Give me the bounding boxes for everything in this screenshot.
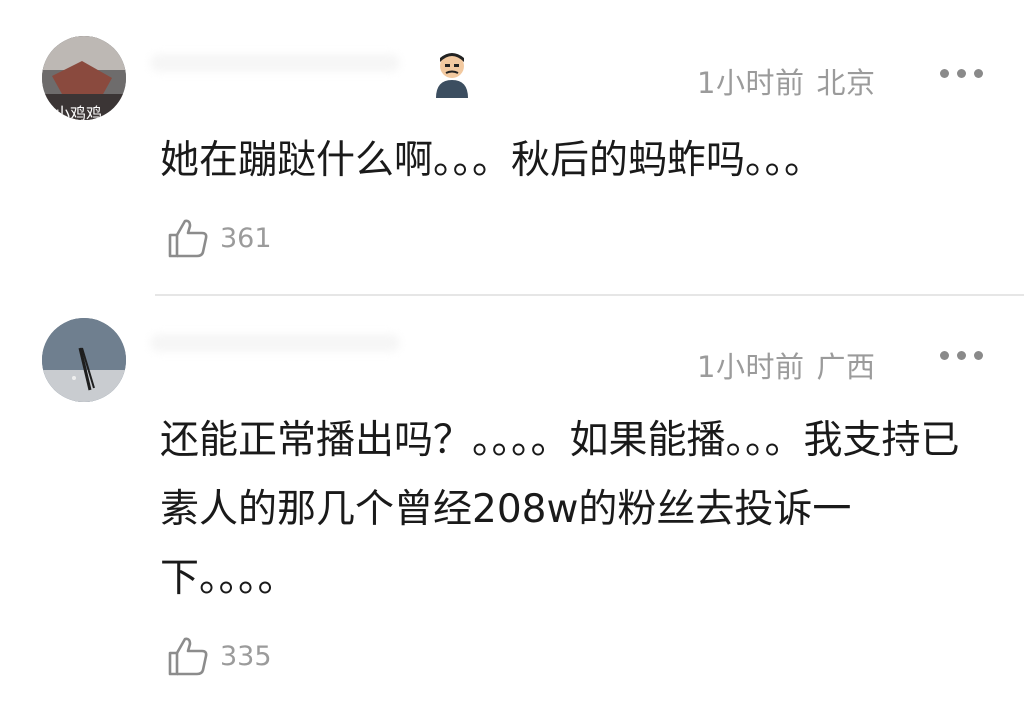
username-blurred[interactable] [150, 334, 400, 352]
emoji-badge-icon [436, 53, 468, 98]
avatar-text: 小鸡鸡 [54, 104, 103, 120]
more-dots-icon[interactable] [940, 351, 984, 361]
avatar[interactable]: 小鸡鸡 [42, 36, 126, 120]
comment-divider [155, 294, 1024, 296]
username-blurred[interactable] [150, 54, 400, 72]
comment-text: 她在蹦跶什么啊。。。秋后的蚂蚱吗。。。 [160, 138, 824, 183]
comment-text: 还能正常播出吗？。。。。如果能播。。。我支持已素人的那几个曾经208w的粉丝去投… [160, 418, 960, 601]
thumb-up-icon [168, 637, 208, 676]
like-count: 361 [220, 222, 272, 254]
thumb-up-icon [168, 219, 208, 258]
comment-location: 广西 [816, 350, 876, 384]
more-dots-icon[interactable] [940, 69, 984, 79]
comment-item: 1小时前 广西 还能正常播出吗？。。。。如果能播。。。我支持已素人的那几个曾经20… [0, 294, 1024, 707]
like-button[interactable]: 361 [166, 216, 272, 260]
comment-meta: 1小时前 北京 [697, 60, 875, 102]
like-count: 335 [220, 640, 272, 672]
avatar-image [42, 318, 126, 402]
like-button[interactable]: 335 [166, 634, 272, 678]
comment-location: 北京 [816, 66, 876, 100]
avatar[interactable] [42, 318, 126, 402]
comment-meta: 1小时前 广西 [697, 344, 875, 386]
comment-time: 1小时前 [697, 66, 805, 100]
comment-item: 小鸡鸡 1小时前 北京 她在蹦跶什么啊。。。秋后的蚂蚱吗。。。 361 [0, 0, 1024, 294]
comment-time: 1小时前 [697, 350, 805, 384]
